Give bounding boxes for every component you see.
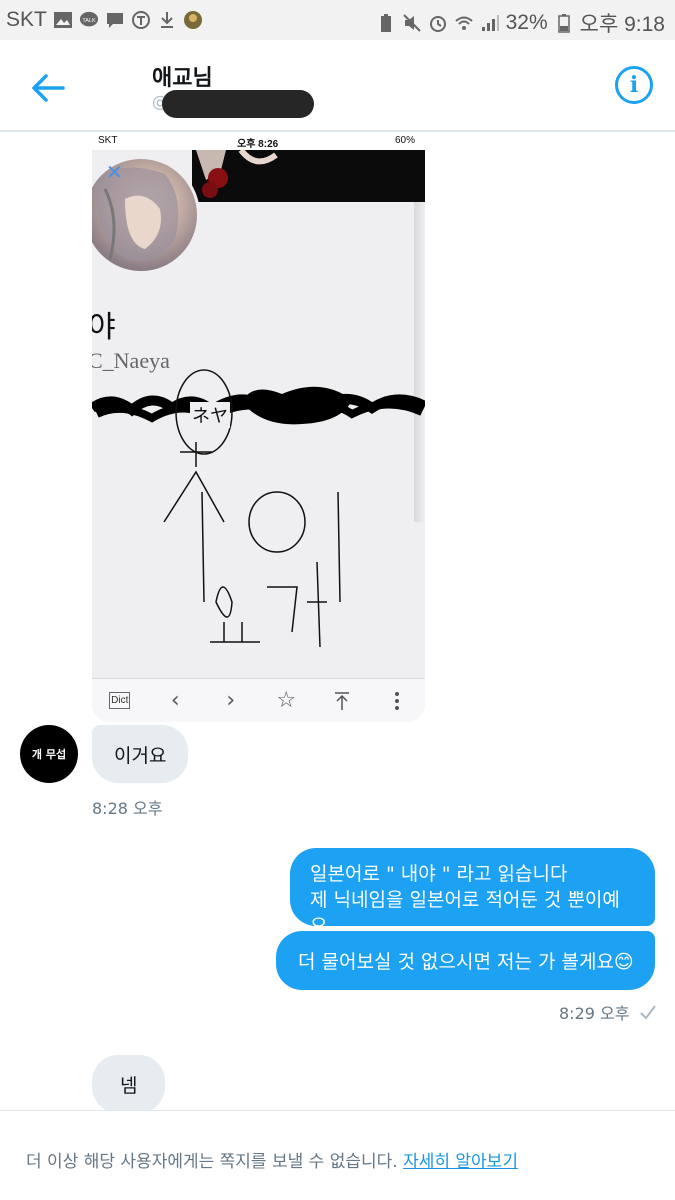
battery-percent: 32% bbox=[505, 11, 548, 34]
battery-saver-icon bbox=[376, 13, 396, 33]
message-text: 넴 bbox=[120, 1074, 138, 1097]
clock: 오후 9:18 bbox=[579, 13, 665, 36]
incoming-message[interactable]: 이거요 bbox=[92, 725, 189, 783]
carrier-label: SKT bbox=[6, 8, 47, 31]
alarm-icon bbox=[428, 13, 448, 33]
app-thumbnail-icon bbox=[183, 10, 203, 30]
message-timestamp: 8:28 오후 bbox=[92, 799, 163, 818]
sent-check-icon bbox=[640, 1005, 657, 1020]
learn-more-link[interactable]: 자세히 알아보기 bbox=[403, 1152, 518, 1172]
conversation-title: 애교님 bbox=[152, 66, 213, 91]
gallery-icon bbox=[53, 10, 73, 30]
message-text-line: 일본어로 " 내야 " 라고 읽습니다 bbox=[310, 863, 568, 885]
image-more-icon bbox=[382, 686, 412, 716]
image-dict-label: Dict bbox=[109, 692, 131, 709]
image-scribble-annotation bbox=[92, 369, 425, 648]
redaction-mask bbox=[162, 90, 314, 118]
image-katakana-label: ネヤ bbox=[190, 402, 230, 428]
message-text: 이거요 bbox=[114, 744, 167, 767]
wifi-icon bbox=[454, 13, 474, 33]
partner-avatar[interactable]: 개 무섭 bbox=[20, 725, 78, 783]
outgoing-message[interactable]: 일본어로 " 내야 " 라고 읽습니다 제 닉네임을 일본어로 적어둔 것 뿐이… bbox=[290, 848, 655, 937]
timestamp-text: 8:29 오후 bbox=[559, 1004, 630, 1023]
footer-notice-text: 더 이상 해당 사용자에게는 쪽지를 보낼 수 없습니다. bbox=[26, 1152, 398, 1172]
chat-icon bbox=[105, 10, 125, 30]
battery-icon bbox=[554, 13, 574, 33]
signal-icon bbox=[480, 13, 500, 33]
status-bar-left: SKT TALK bbox=[6, 8, 203, 32]
status-bar: SKT TALK 32% 오후 9:18 bbox=[0, 0, 675, 40]
footer-notice: 더 이상 해당 사용자에게는 쪽지를 보낼 수 없습니다. 자세히 알아보기 bbox=[26, 1147, 518, 1172]
message-text: 더 물어보실 것 없으시면 저는 가 볼게요😊 bbox=[298, 951, 634, 973]
info-icon: i bbox=[629, 72, 639, 98]
message-timestamp: 8:29 오후 bbox=[559, 1000, 657, 1024]
info-button[interactable]: i bbox=[615, 66, 653, 104]
image-share-icon bbox=[327, 686, 357, 716]
back-arrow-icon bbox=[32, 74, 65, 102]
incoming-message[interactable]: 넴 bbox=[92, 1055, 166, 1113]
image-star-icon: ☆ bbox=[276, 688, 297, 713]
svg-text:TALK: TALK bbox=[82, 18, 96, 24]
mute-icon bbox=[402, 13, 422, 33]
image-dict-icon: Dict bbox=[105, 686, 135, 716]
status-bar-right: 32% 오후 9:18 bbox=[376, 8, 665, 38]
talk-icon: TALK bbox=[79, 10, 99, 30]
partner-avatar-label: 개 무섭 bbox=[31, 748, 67, 761]
image-browser-toolbar: Dict ‹ › ☆ bbox=[92, 678, 425, 722]
outgoing-message[interactable]: 더 물어보실 것 없으시면 저는 가 볼게요😊 bbox=[276, 931, 655, 990]
conversation-header: 애교님 @ i bbox=[0, 40, 675, 132]
t-circle-icon bbox=[131, 10, 151, 30]
image-forward-chevron-icon: › bbox=[226, 688, 236, 713]
back-button[interactable] bbox=[28, 68, 68, 108]
dm-disabled-footer: 더 이상 해당 사용자에게는 쪽지를 보낼 수 없습니다. 자세히 알아보기 bbox=[0, 1110, 675, 1200]
shared-image[interactable]: SKT 오후 8:26 60% ✕ 야 C_Naeya ネヤ Dict ‹ › … bbox=[92, 132, 425, 722]
image-back-chevron-icon: ‹ bbox=[170, 688, 180, 713]
download-icon bbox=[157, 10, 177, 30]
